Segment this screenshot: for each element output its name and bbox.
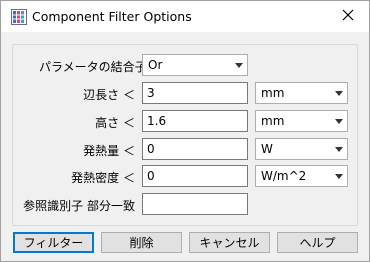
height-input[interactable]: 1.6 bbox=[142, 110, 248, 132]
side-length-value: 3 bbox=[147, 86, 155, 100]
side-length-label: 辺長さ ＜ bbox=[83, 88, 135, 102]
title-bar: Component Filter Options bbox=[1, 1, 369, 32]
cancel-button[interactable]: キャンセル bbox=[189, 232, 270, 253]
heat-label: 発熱量 ＜ bbox=[83, 144, 135, 158]
combine-label: パラメータの結合子 bbox=[39, 60, 147, 74]
height-unit: mm bbox=[261, 114, 285, 128]
help-button[interactable]: ヘルプ bbox=[277, 232, 358, 253]
height-value: 1.6 bbox=[147, 114, 167, 128]
heat-unit-select[interactable]: W bbox=[255, 138, 348, 160]
side-length-unit-select[interactable]: mm bbox=[255, 82, 348, 104]
filter-options-dialog: Component Filter Options パラメータの結合子 Or 辺長… bbox=[0, 0, 370, 262]
chevron-down-icon bbox=[335, 147, 343, 152]
combine-value: Or bbox=[148, 58, 163, 72]
heat-input[interactable]: 0 bbox=[142, 138, 248, 160]
heat-density-unit-select[interactable]: W/m^2 bbox=[255, 165, 348, 187]
heat-density-label: 発熱密度 ＜ bbox=[71, 171, 135, 185]
chevron-down-icon bbox=[335, 91, 343, 96]
heat-density-input[interactable]: 0 bbox=[142, 165, 248, 187]
dialog-body: パラメータの結合子 Or 辺長さ ＜ 3 mm 高さ ＜ 1.6 mm 発熱量 … bbox=[1, 32, 369, 261]
height-unit-select[interactable]: mm bbox=[255, 110, 348, 132]
combine-select[interactable]: Or bbox=[142, 54, 248, 76]
component-filter-app-icon bbox=[11, 9, 27, 25]
chevron-down-icon bbox=[335, 119, 343, 124]
close-icon bbox=[342, 9, 354, 24]
heat-density-value: 0 bbox=[147, 169, 155, 183]
heat-unit: W bbox=[261, 142, 273, 156]
side-length-input[interactable]: 3 bbox=[142, 82, 248, 104]
reference-input[interactable] bbox=[142, 193, 248, 215]
height-label: 高さ ＜ bbox=[95, 116, 135, 130]
reference-label: 参照識別子 部分一致 bbox=[23, 199, 135, 213]
delete-button[interactable]: 削除 bbox=[101, 232, 182, 253]
filter-button[interactable]: フィルター bbox=[13, 232, 94, 253]
close-button[interactable] bbox=[327, 1, 369, 32]
heat-density-unit: W/m^2 bbox=[261, 169, 307, 183]
window-title: Component Filter Options bbox=[32, 9, 192, 24]
side-length-unit: mm bbox=[261, 86, 285, 100]
chevron-down-icon bbox=[335, 174, 343, 179]
chevron-down-icon bbox=[235, 63, 243, 68]
heat-value: 0 bbox=[147, 142, 155, 156]
